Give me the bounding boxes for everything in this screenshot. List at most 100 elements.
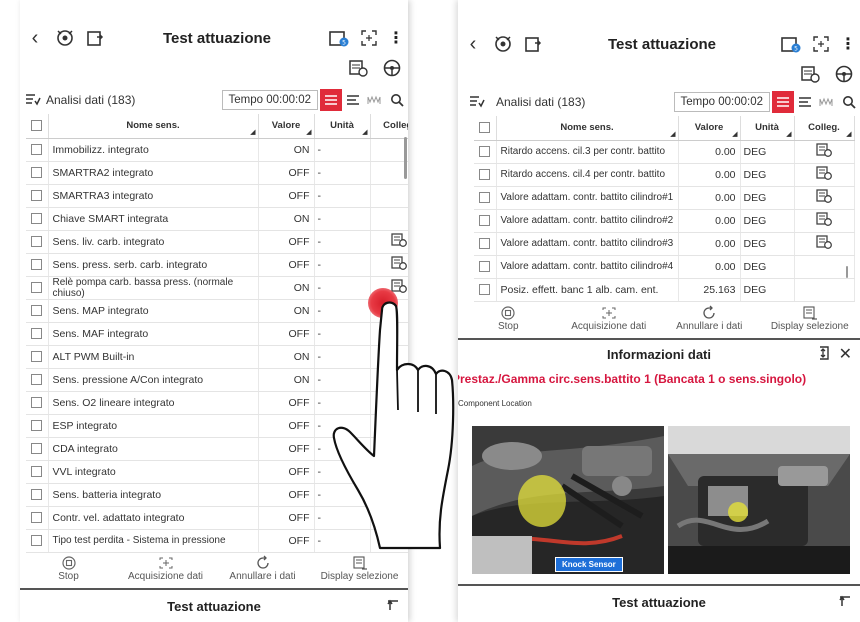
table-row[interactable]: Valore adattam. contr. battito cilindro#…: [474, 232, 855, 256]
vehicle-link-icon[interactable]: [348, 58, 370, 82]
link-info-icon[interactable]: [391, 256, 407, 273]
row-checkbox[interactable]: [474, 255, 497, 279]
row-checkbox[interactable]: [26, 276, 49, 300]
stop-button[interactable]: Stop: [24, 555, 114, 582]
row-link-cell[interactable]: [794, 140, 855, 164]
link-info-icon[interactable]: [816, 143, 832, 160]
row-checkbox[interactable]: [26, 207, 49, 231]
row-checkbox[interactable]: [26, 391, 49, 415]
list-view-button[interactable]: [320, 89, 342, 111]
row-checkbox[interactable]: [26, 230, 49, 254]
table-row[interactable]: Immobilizz. integrato ON -: [26, 138, 408, 162]
column-unit-header[interactable]: Unità ◢: [314, 114, 371, 139]
row-checkbox[interactable]: [474, 163, 497, 187]
row-checkbox[interactable]: [474, 140, 497, 164]
select-all-checkbox[interactable]: [26, 114, 49, 139]
table-row[interactable]: Ritardo accens. cil.4 per contr. battito…: [474, 163, 855, 187]
row-checkbox[interactable]: [474, 232, 497, 256]
row-checkbox[interactable]: [26, 184, 49, 208]
table-row[interactable]: SMARTRA2 integrato OFF -: [26, 161, 408, 185]
column-link-header[interactable]: Colleg.◢: [370, 114, 408, 139]
table-row[interactable]: Valore adattam. contr. battito cilindro#…: [474, 255, 855, 279]
row-link-cell[interactable]: [794, 186, 855, 210]
row-checkbox[interactable]: [26, 506, 49, 530]
row-checkbox[interactable]: [26, 483, 49, 507]
annullare-i-dati-button[interactable]: Annullare i dati: [664, 305, 754, 332]
row-link-cell[interactable]: [370, 253, 408, 277]
export-icon[interactable]: [518, 33, 548, 55]
row-checkbox[interactable]: [26, 414, 49, 438]
more-menu-icon[interactable]: ⋮: [836, 34, 860, 54]
table-row[interactable]: Valore adattam. contr. battito cilindro#…: [474, 209, 855, 233]
row-checkbox[interactable]: [474, 186, 497, 210]
graph-view-button[interactable]: [364, 89, 386, 111]
row-link-cell[interactable]: [794, 209, 855, 233]
text-view-button[interactable]: [342, 89, 364, 111]
row-checkbox[interactable]: [26, 138, 49, 162]
close-icon[interactable]: ✕: [839, 344, 852, 364]
collapse-icon[interactable]: [386, 598, 400, 615]
acquisizione-dati-button[interactable]: Acquisizione dati: [564, 305, 654, 332]
fullscreen-icon[interactable]: [354, 27, 384, 49]
row-checkbox[interactable]: [26, 529, 49, 553]
search-icon[interactable]: [386, 89, 408, 111]
row-link-cell[interactable]: [794, 163, 855, 187]
vehicle-diagnosis-icon[interactable]: [488, 33, 518, 55]
table-row[interactable]: Posiz. effett. banc 1 alb. cam. ent. 25.1…: [474, 278, 855, 302]
row-checkbox[interactable]: [26, 345, 49, 369]
row-checkbox[interactable]: [26, 299, 49, 323]
row-checkbox[interactable]: [26, 437, 49, 461]
row-checkbox[interactable]: [26, 322, 49, 346]
screen-record-icon[interactable]: 5: [324, 27, 354, 49]
back-icon[interactable]: ‹: [458, 33, 488, 56]
table-row[interactable]: Ritardo accens. cil.3 per contr. battito…: [474, 140, 855, 164]
steering-icon[interactable]: [834, 64, 854, 88]
acquisizione-dati-button[interactable]: Acquisizione dati: [121, 555, 211, 582]
steering-icon[interactable]: [382, 58, 402, 82]
link-info-icon[interactable]: [816, 189, 832, 206]
text-view-button[interactable]: [794, 91, 816, 113]
stop-button[interactable]: Stop: [463, 305, 553, 332]
column-value-header[interactable]: Valore ◢: [258, 114, 315, 139]
column-name-header[interactable]: Nome sens. ◢: [48, 114, 259, 139]
table-row[interactable]: Valore adattam. contr. battito cilindro#…: [474, 186, 855, 210]
row-checkbox[interactable]: [26, 460, 49, 484]
table-row[interactable]: Sens. press. serb. carb. integrato OFF -: [26, 253, 408, 277]
graph-view-button[interactable]: [816, 91, 838, 113]
select-list-icon[interactable]: [20, 93, 46, 107]
screen-record-icon[interactable]: 5: [776, 33, 806, 55]
search-icon[interactable]: [838, 91, 860, 113]
link-info-icon[interactable]: [816, 166, 832, 183]
vehicle-diagnosis-icon[interactable]: [50, 27, 80, 49]
table-row[interactable]: Sens. liv. carb. integrato OFF -: [26, 230, 408, 254]
link-info-icon[interactable]: [816, 212, 832, 229]
row-checkbox[interactable]: [26, 161, 49, 185]
vehicle-link-icon[interactable]: [800, 64, 822, 88]
annullare-i-dati-button[interactable]: Annullare i dati: [218, 555, 308, 582]
table-row[interactable]: SMARTRA3 integrato OFF -: [26, 184, 408, 208]
collapse-icon[interactable]: [838, 594, 852, 611]
export-icon[interactable]: [80, 27, 110, 49]
row-checkbox[interactable]: [474, 209, 497, 233]
link-info-icon[interactable]: [816, 235, 832, 252]
table-row[interactable]: Relè pompa carb. bassa press. (normale c…: [26, 276, 408, 300]
column-value-header[interactable]: Valore ◢: [678, 116, 741, 141]
expand-icon[interactable]: [816, 346, 830, 363]
select-all-checkbox[interactable]: [474, 116, 497, 141]
column-unit-header[interactable]: Unità ◢: [740, 116, 795, 141]
row-link-cell[interactable]: [794, 232, 855, 256]
table-scrollbar[interactable]: [846, 266, 848, 278]
row-checkbox[interactable]: [26, 253, 49, 277]
back-icon[interactable]: ‹: [20, 27, 50, 50]
table-row[interactable]: Chiave SMART integrata ON -: [26, 207, 408, 231]
row-link-cell[interactable]: [370, 230, 408, 254]
link-info-icon[interactable]: [391, 233, 407, 250]
column-link-header[interactable]: Colleg.◢: [794, 116, 855, 141]
table-scrollbar[interactable]: [404, 137, 407, 179]
column-name-header[interactable]: Nome sens. ◢: [496, 116, 679, 141]
display-selezione-button[interactable]: Display selezione: [765, 305, 855, 332]
display-selezione-button[interactable]: Display selezione: [315, 555, 405, 582]
more-menu-icon[interactable]: ⋮: [384, 28, 408, 48]
row-checkbox[interactable]: [26, 368, 49, 392]
fullscreen-icon[interactable]: [806, 33, 836, 55]
